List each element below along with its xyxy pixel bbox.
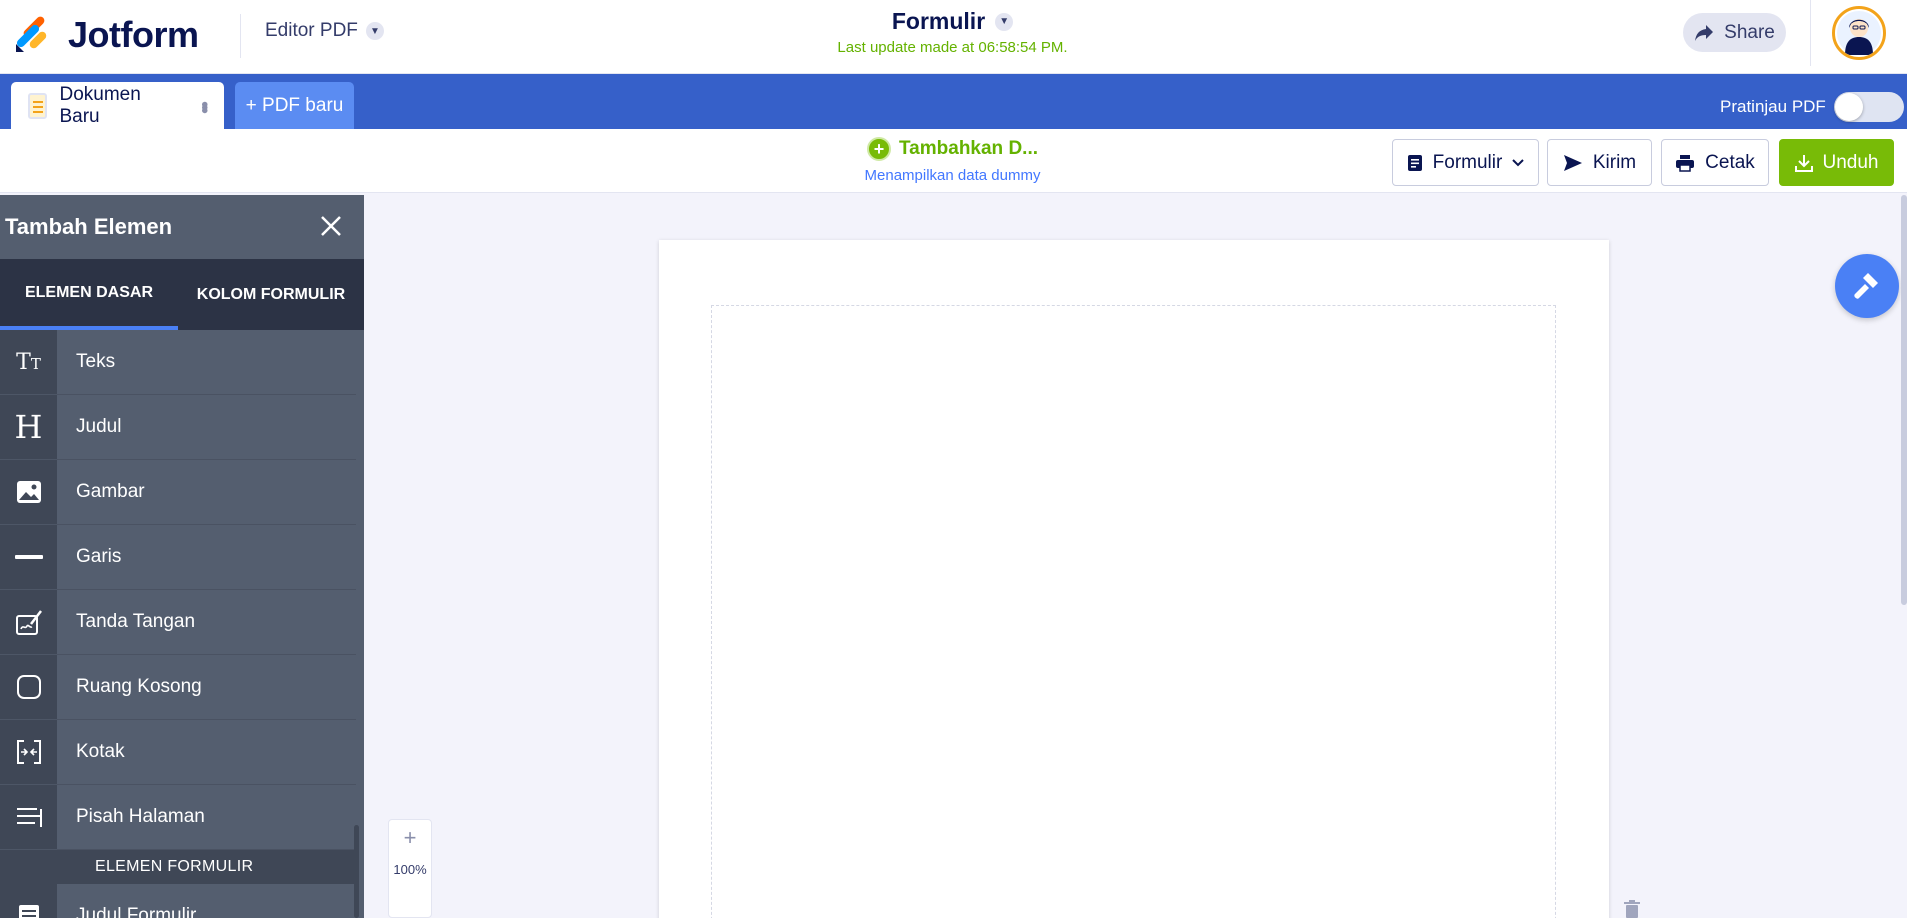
element-item-image[interactable]: Gambar xyxy=(0,460,364,525)
send-icon xyxy=(1563,154,1582,171)
plus-icon: + xyxy=(866,137,891,161)
send-button[interactable]: Kirim xyxy=(1547,139,1652,186)
close-icon[interactable] xyxy=(316,211,346,241)
element-item-heading[interactable]: H Judul xyxy=(0,395,364,460)
add-data-area: + Tambahkan D... Menampilkan data dummy xyxy=(760,137,1145,184)
design-tool-button[interactable] xyxy=(1835,254,1899,318)
element-item-spacer[interactable]: Ruang Kosong xyxy=(0,655,364,720)
element-label: Tanda Tangan xyxy=(57,590,356,655)
element-label: Teks xyxy=(57,330,356,395)
signature-icon xyxy=(0,590,57,655)
last-update-status: Last update made at 06:58:54 PM. xyxy=(837,39,1068,56)
printer-icon xyxy=(1676,154,1695,172)
user-menu[interactable] xyxy=(1810,0,1907,66)
send-button-label: Kirim xyxy=(1592,151,1637,173)
panel-tabs: ELEMEN DASAR KOLOM FORMULIR xyxy=(0,259,364,330)
pdf-preview-toggle[interactable] xyxy=(1833,92,1904,122)
form-title-dropdown[interactable]: Formulir ▼ xyxy=(891,8,1014,35)
jotform-logo[interactable]: Jotform xyxy=(14,14,199,56)
element-item-text[interactable]: TT Teks xyxy=(0,330,364,395)
panel-title: Tambah Elemen xyxy=(5,214,173,239)
element-item-line[interactable]: Garis xyxy=(0,525,364,590)
jotform-logo-icon xyxy=(16,16,47,52)
document-tab-bar: Dokumen Baru ••• + PDF baru Pratinjau PD… xyxy=(0,74,1907,129)
element-label: Judul xyxy=(57,395,356,460)
heading-icon: H xyxy=(0,395,57,460)
pdf-preview-label: Pratinjau PDF xyxy=(1720,97,1826,116)
element-item-box[interactable]: Kotak xyxy=(0,720,364,785)
box-icon xyxy=(0,720,57,785)
tab-basic-elements[interactable]: ELEMEN DASAR xyxy=(0,259,178,330)
form-title-area: Formulir ▼ Last update made at 06:58:54 … xyxy=(760,8,1145,56)
download-icon xyxy=(1794,154,1813,172)
element-list: TT Teks H Judul Gambar Garis Tanda Tanga… xyxy=(0,330,364,918)
zoom-level: 100% xyxy=(393,862,427,877)
pdf-preview-control: Pratinjau PDF xyxy=(1720,92,1904,122)
print-button[interactable]: Cetak xyxy=(1661,139,1769,186)
print-button-label: Cetak xyxy=(1705,151,1755,173)
download-button[interactable]: Unduh xyxy=(1779,139,1894,186)
editor-type-dropdown[interactable]: Editor PDF ▼ xyxy=(265,20,384,42)
chevron-down-icon: ▼ xyxy=(365,22,384,40)
logo-text: Jotform xyxy=(68,14,199,55)
top-header: Jotform Editor PDF ▼ Formulir ▼ Last upd… xyxy=(0,0,1907,74)
element-label: Garis xyxy=(57,525,356,590)
form-button-label: Formulir xyxy=(1432,151,1503,173)
action-bar: + Tambahkan D... Menampilkan data dummy … xyxy=(0,129,1907,193)
download-button-label: Unduh xyxy=(1822,151,1879,173)
avatar-illustration-icon xyxy=(1837,11,1881,55)
form-title: Formulir xyxy=(891,8,986,34)
dummy-data-note[interactable]: Menampilkan data dummy xyxy=(760,167,1145,184)
share-button[interactable]: Share xyxy=(1683,13,1786,52)
page-break-icon xyxy=(0,785,57,850)
document-tab-label: Dokumen Baru xyxy=(59,83,141,127)
form-title-icon xyxy=(0,884,57,918)
panel-scrollbar[interactable] xyxy=(354,825,359,918)
element-label: Gambar xyxy=(57,460,356,525)
chevron-down-icon: ▼ xyxy=(995,12,1014,31)
element-label: Ruang Kosong xyxy=(57,655,356,720)
add-element-panel: Tambah Elemen ELEMEN DASAR KOLOM FORMULI… xyxy=(0,195,364,918)
panel-header: Tambah Elemen xyxy=(0,195,364,259)
page-content-area[interactable] xyxy=(711,305,1556,918)
new-pdf-button[interactable]: + PDF baru xyxy=(235,82,354,129)
element-item-form-title[interactable]: Judul Formulir xyxy=(0,884,364,918)
add-data-button[interactable]: + Tambahkan D... xyxy=(866,137,1038,161)
element-item-signature[interactable]: Tanda Tangan xyxy=(0,590,364,655)
avatar xyxy=(1832,6,1886,60)
spacer-icon xyxy=(0,655,57,720)
element-label: Judul Formulir xyxy=(57,884,356,918)
share-label: Share xyxy=(1724,21,1775,43)
tab-form-fields[interactable]: KOLOM FORMULIR xyxy=(178,259,364,330)
text-icon: TT xyxy=(0,330,57,395)
zoom-control: + 100% xyxy=(388,819,432,918)
element-item-page-break[interactable]: Pisah Halaman xyxy=(0,785,364,850)
form-select-button[interactable]: Formulir xyxy=(1392,139,1539,186)
element-label: Pisah Halaman xyxy=(57,785,356,850)
chevron-down-icon xyxy=(1512,158,1525,166)
image-icon xyxy=(0,460,57,525)
trash-icon[interactable] xyxy=(1623,900,1641,918)
tab-dokumen-baru[interactable]: Dokumen Baru ••• xyxy=(11,82,224,129)
paint-roller-icon xyxy=(1854,273,1878,299)
zoom-in-button[interactable]: + xyxy=(389,820,431,856)
canvas-scrollbar[interactable] xyxy=(1901,195,1907,605)
document-icon xyxy=(28,92,48,119)
editor-type-label: Editor PDF xyxy=(265,20,358,41)
form-elements-section-header: ELEMEN FORMULIR xyxy=(0,850,356,884)
line-icon xyxy=(0,525,57,590)
more-options-icon[interactable]: ••• xyxy=(193,101,215,110)
pdf-page[interactable] xyxy=(659,240,1609,918)
form-icon xyxy=(1407,154,1422,171)
share-arrow-icon xyxy=(1695,24,1714,41)
add-data-label: Tambahkan D... xyxy=(898,138,1038,159)
element-label: Kotak xyxy=(57,720,356,785)
header-divider xyxy=(240,14,241,58)
